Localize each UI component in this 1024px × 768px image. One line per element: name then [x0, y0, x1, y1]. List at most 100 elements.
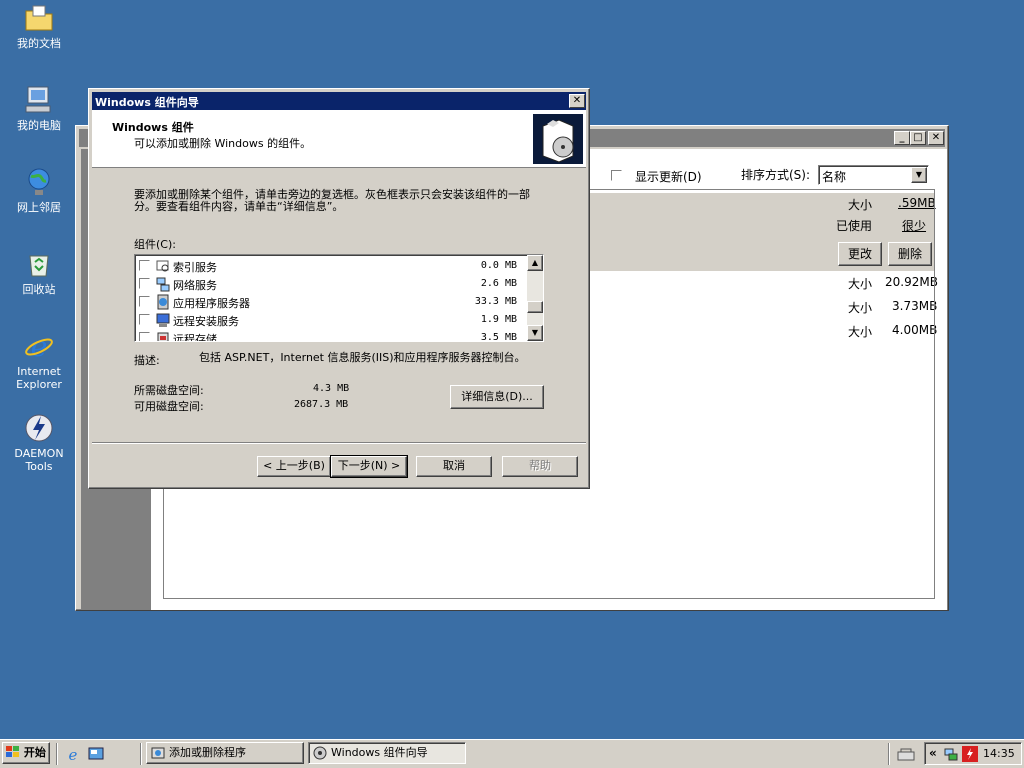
svg-text:e: e: [69, 746, 78, 762]
wizard-title: Windows 组件向导: [95, 96, 199, 109]
application-server-icon: [157, 294, 169, 310]
task-add-remove-programs[interactable]: 添加或删除程序: [146, 742, 304, 764]
index-service-icon: [156, 260, 169, 272]
sort-dropdown[interactable]: 名称 ▼: [818, 165, 929, 185]
desktop-icon-my-computer[interactable]: 我的电脑: [0, 84, 78, 132]
windows-logo-icon: [6, 746, 20, 757]
network-services-icon: [156, 277, 170, 292]
required-space-label: 所需磁盘空间:: [134, 384, 204, 397]
start-button[interactable]: 开始: [2, 742, 50, 764]
input-method-icon[interactable]: [897, 746, 915, 762]
desktop-icon-my-documents[interactable]: 我的文档: [0, 2, 78, 50]
close-button[interactable]: ✕: [928, 131, 944, 145]
windows-components-icon: [533, 114, 583, 164]
show-updates-label: 显示更新(D): [635, 170, 702, 184]
list-item[interactable]: 应用程序服务器 33.3 MB: [137, 293, 525, 311]
task-label: Windows 组件向导: [331, 746, 428, 759]
start-label: 开始: [23, 746, 46, 759]
show-desktop-icon[interactable]: [88, 746, 104, 762]
svg-text:e: e: [31, 330, 48, 362]
tray-expand-chevron[interactable]: «: [929, 746, 937, 760]
back-button[interactable]: < 上一步(B): [257, 456, 331, 477]
checkbox[interactable]: [139, 278, 150, 289]
internet-explorer-icon[interactable]: e: [65, 746, 81, 762]
components-wizard-window: Windows 组件向导 ✕ Windows 组件 可以添加或删除 Window…: [88, 88, 590, 489]
component-name: 应用程序服务器: [173, 297, 250, 310]
tasks-separator: [140, 743, 142, 765]
details-button[interactable]: 详细信息(D)...: [450, 385, 544, 409]
available-space-value: 2687.3 MB: [294, 399, 349, 410]
computer-icon: [25, 86, 51, 113]
scroll-up-button[interactable]: ▲: [527, 255, 543, 271]
tray-separator: [888, 743, 890, 765]
daemon-tools-tray-icon[interactable]: [962, 746, 978, 762]
task-components-wizard[interactable]: Windows 组件向导: [308, 742, 466, 764]
available-space-label: 可用磁盘空间:: [134, 400, 204, 413]
component-name: 远程存储: [173, 333, 217, 342]
show-updates-checkbox[interactable]: [611, 170, 622, 181]
help-button[interactable]: 帮助: [502, 456, 578, 477]
remote-storage-icon: [157, 332, 169, 341]
recycle-bin-icon: [29, 255, 49, 277]
list-item[interactable]: 远程安装服务 1.9 MB: [137, 311, 525, 329]
list-item[interactable]: 网络服务 2.6 MB: [137, 275, 525, 293]
components-list[interactable]: 索引服务 0.0 MB 网络服务 2.6 MB 应用程序服务器 33.3 MB …: [134, 254, 544, 342]
checkbox[interactable]: [139, 260, 150, 271]
sort-dropdown-value: 名称: [822, 170, 847, 184]
components-label: 组件(C):: [134, 238, 176, 251]
taskbar: 开始 e 添加或删除程序 Windows 组件向导 « 14:35: [0, 739, 1024, 768]
component-name: 索引服务: [173, 261, 217, 274]
header-subtitle: 可以添加或删除 Windows 的组件。: [134, 137, 312, 150]
desktop-icon-label: Internet Explorer: [16, 365, 62, 391]
scroll-thumb[interactable]: [527, 301, 543, 313]
scroll-down-button[interactable]: ▼: [527, 325, 543, 341]
header-title: Windows 组件: [112, 121, 194, 134]
desktop-icon-label: 回收站: [22, 283, 56, 296]
list-item[interactable]: 远程存储 3.5 MB: [137, 329, 525, 342]
wizard-titlebar[interactable]: Windows 组件向导: [92, 92, 586, 110]
network-tray-icon[interactable]: [943, 746, 959, 762]
quicklaunch-separator: [56, 743, 58, 765]
component-size: 33.3 MB: [474, 296, 517, 307]
desktop-icon-network[interactable]: 网上邻居: [0, 166, 78, 214]
next-button[interactable]: 下一步(N) >: [330, 455, 408, 478]
checkbox[interactable]: [139, 314, 150, 325]
checkbox[interactable]: [139, 296, 150, 307]
desktop-icon-daemon-tools[interactable]: DAEMON Tools: [0, 412, 78, 473]
close-button[interactable]: ✕: [569, 94, 585, 108]
desktop-icon-internet-explorer[interactable]: e Internet Explorer: [0, 330, 78, 391]
add-remove-programs-icon: [151, 747, 165, 759]
sort-label: 排序方式(S):: [741, 168, 811, 182]
component-size: 3.5 MB: [480, 332, 517, 342]
daemon-tools-icon: [25, 414, 53, 442]
minimize-button[interactable]: _: [894, 131, 910, 145]
remote-install-icon: [156, 313, 170, 327]
instructions-text: 要添加或删除某个组件，请单击旁边的复选框。灰色框表示只会安装该组件的一部分。要查…: [134, 188, 530, 213]
clock[interactable]: 14:35: [983, 747, 1015, 760]
component-name: 网络服务: [173, 279, 217, 292]
checkbox[interactable]: [139, 332, 150, 341]
component-size: 0.0 MB: [480, 260, 517, 271]
required-space-value: 4.3 MB: [313, 383, 350, 394]
component-name: 远程安装服务: [173, 315, 239, 328]
desktop-icon-recycle-bin[interactable]: 回收站: [0, 248, 78, 296]
wizard-header: Windows 组件 可以添加或删除 Windows 的组件。: [92, 110, 586, 168]
desktop-icon-label: 我的文档: [17, 37, 61, 50]
folder-icon: [25, 5, 53, 31]
list-item[interactable]: 索引服务 0.0 MB: [137, 257, 525, 275]
list-scrollbar[interactable]: ▲ ▼: [527, 255, 543, 341]
maximize-button[interactable]: □: [910, 131, 926, 145]
components-wizard-icon: [313, 746, 327, 760]
network-globe-icon: [28, 168, 50, 195]
desktop-icon-label: 网上邻居: [17, 201, 61, 214]
chevron-down-icon[interactable]: ▼: [911, 167, 927, 183]
task-label: 添加或删除程序: [169, 746, 246, 759]
desktop-icon-label: 我的电脑: [17, 119, 61, 132]
cancel-button[interactable]: 取消: [416, 456, 492, 477]
description-label: 描述:: [134, 354, 160, 367]
component-size: 2.6 MB: [480, 278, 517, 289]
separator: [92, 442, 586, 444]
description-text: 包括 ASP.NET，Internet 信息服务(IIS)和应用程序服务器控制台…: [199, 351, 526, 364]
desktop-icon-label: DAEMON Tools: [14, 447, 64, 473]
component-size: 1.9 MB: [480, 314, 517, 325]
